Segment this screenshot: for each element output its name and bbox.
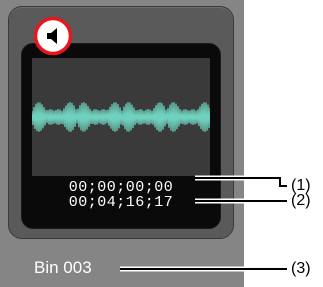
callout-label-2: (2) [291, 192, 311, 209]
callout-label-3: (3) [291, 260, 311, 277]
callout-lines [120, 175, 287, 272]
